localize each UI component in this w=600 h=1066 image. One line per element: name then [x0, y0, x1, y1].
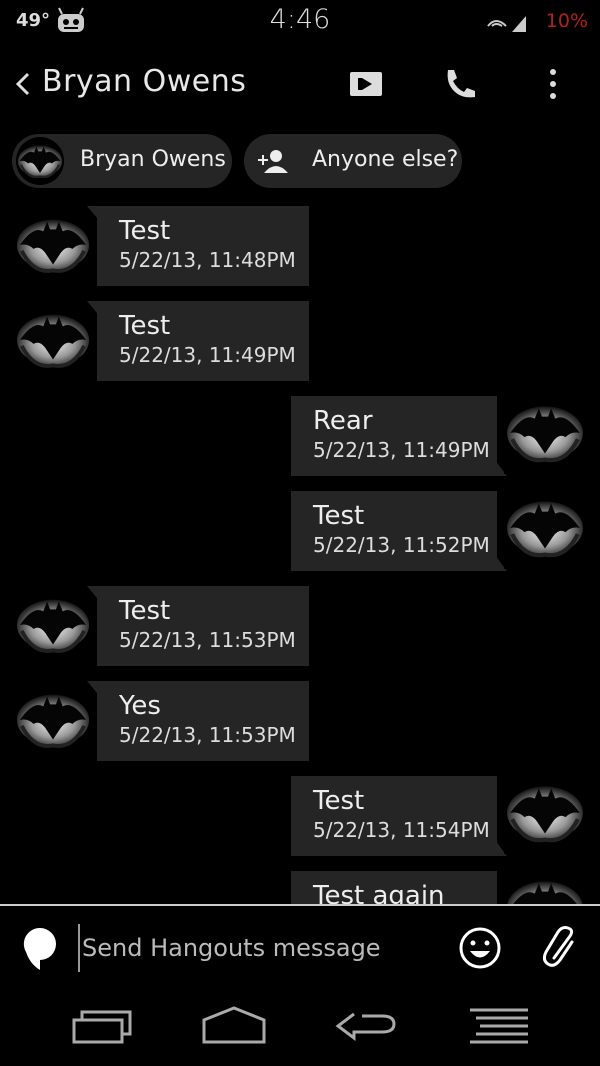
message-bubble: Test 5/22/13, 11:49PM: [87, 301, 309, 381]
message-text: Test: [119, 596, 171, 626]
hangouts-icon[interactable]: [22, 926, 58, 976]
message-text: Test: [313, 786, 365, 816]
message-timestamp: 5/22/13, 11:53PM: [119, 628, 296, 652]
back-nav-icon[interactable]: [334, 1006, 398, 1050]
message-item[interactable]: Test 5/22/13, 11:54PM: [0, 766, 600, 856]
participants-bar: Bryan Owens Anyone else?: [0, 134, 600, 190]
message-text: Test: [119, 311, 171, 341]
battery-text: 10%: [545, 10, 588, 32]
add-person-icon: [258, 147, 290, 179]
status-bar: 49° 4:46 10%: [0, 0, 600, 44]
back-icon[interactable]: [10, 64, 34, 104]
signal-icon: [486, 12, 530, 38]
conversation-title[interactable]: Bryan Owens: [42, 64, 246, 99]
avatar: [14, 301, 92, 383]
message-timestamp: 5/22/13, 11:48PM: [119, 248, 296, 272]
avatar: [504, 867, 586, 904]
message-bubble: Rear 5/22/13, 11:49PM: [291, 396, 507, 476]
message-item[interactable]: Test again: [0, 861, 600, 904]
composer: [0, 906, 600, 992]
avatar: [14, 681, 92, 763]
message-bubble: Test again: [291, 871, 497, 904]
recent-apps-icon[interactable]: [70, 1006, 134, 1050]
message-list[interactable]: Test 5/22/13, 11:48PM Test 5/22/13, 11:4…: [0, 196, 600, 904]
phone-icon[interactable]: [438, 62, 482, 106]
avatar: [504, 392, 586, 478]
home-icon[interactable]: [200, 1006, 268, 1050]
message-text: Test: [313, 501, 365, 531]
avatar: [14, 206, 92, 288]
video-call-icon[interactable]: [344, 64, 388, 104]
message-text: Test: [119, 216, 171, 246]
message-timestamp: 5/22/13, 11:54PM: [313, 818, 490, 842]
message-input[interactable]: [78, 924, 442, 972]
message-item[interactable]: Rear 5/22/13, 11:49PM: [0, 386, 600, 476]
message-text: Rear: [313, 406, 373, 436]
avatar: [16, 137, 64, 189]
message-timestamp: 5/22/13, 11:53PM: [119, 723, 296, 747]
navigation-bar: [0, 992, 600, 1066]
message-item[interactable]: Yes 5/22/13, 11:53PM: [0, 671, 600, 761]
add-participant-chip[interactable]: Anyone else?: [244, 134, 462, 188]
message-bubble: Test 5/22/13, 11:48PM: [87, 206, 309, 286]
message-bubble: Test 5/22/13, 11:54PM: [291, 776, 507, 856]
avatar: [504, 487, 586, 573]
overflow-menu-icon[interactable]: [538, 62, 568, 106]
menu-nav-icon[interactable]: [466, 1006, 532, 1050]
message-timestamp: 5/22/13, 11:49PM: [313, 438, 490, 462]
participant-chip[interactable]: Bryan Owens: [12, 134, 232, 188]
add-participant-label: Anyone else?: [312, 147, 459, 172]
avatar: [504, 772, 586, 858]
participant-name: Bryan Owens: [80, 147, 226, 172]
message-bubble: Yes 5/22/13, 11:53PM: [87, 681, 309, 761]
message-item[interactable]: Test 5/22/13, 11:48PM: [0, 196, 600, 286]
message-item[interactable]: Test 5/22/13, 11:53PM: [0, 576, 600, 666]
emoji-icon[interactable]: [458, 926, 502, 974]
message-text: Test again: [313, 881, 445, 904]
message-timestamp: 5/22/13, 11:52PM: [313, 533, 490, 557]
app-bar: Bryan Owens: [0, 44, 600, 124]
message-timestamp: 5/22/13, 11:49PM: [119, 343, 296, 367]
message-item[interactable]: Test 5/22/13, 11:49PM: [0, 291, 600, 381]
avatar: [14, 586, 92, 668]
message-bubble: Test 5/22/13, 11:53PM: [87, 586, 309, 666]
message-text: Yes: [119, 691, 161, 721]
message-bubble: Test 5/22/13, 11:52PM: [291, 491, 507, 571]
attach-icon[interactable]: [540, 924, 582, 976]
message-item[interactable]: Test 5/22/13, 11:52PM: [0, 481, 600, 571]
